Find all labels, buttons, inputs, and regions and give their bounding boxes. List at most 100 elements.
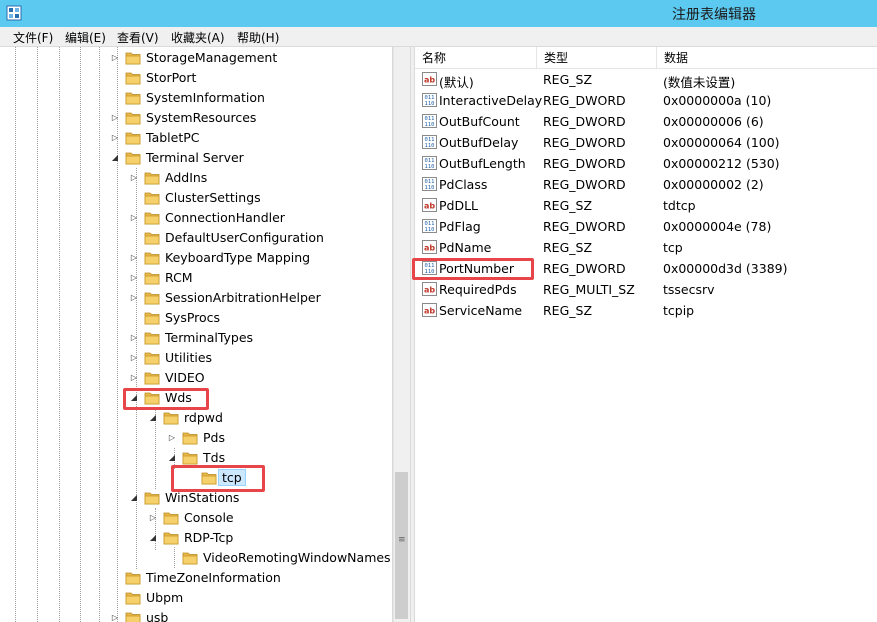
tree-item[interactable]: ▷ usb: [112, 609, 390, 622]
expanded-arrow-icon[interactable]: ◢: [148, 532, 158, 544]
tree-item-label: Utilities: [165, 350, 213, 365]
collapsed-arrow-icon[interactable]: ▷: [129, 212, 139, 224]
list-item[interactable]: 011 110 OutBufCount REG_DWORD 0x00000006 (6): [415, 111, 877, 132]
tree-item[interactable]: ◢ RDP-Tcp: [150, 529, 390, 547]
column-header-type[interactable]: 类型: [537, 47, 657, 69]
tree-item[interactable]: VideoRemotingWindowNames: [169, 549, 391, 567]
tree-item[interactable]: ◢ Terminal Server: [112, 149, 390, 167]
tree-item[interactable]: StorPort: [112, 69, 390, 87]
tree-item-label: TerminalTypes: [165, 330, 254, 345]
expanded-arrow-icon[interactable]: ◢: [129, 492, 139, 504]
value-type: REG_DWORD: [543, 156, 626, 171]
tree-item[interactable]: Ubpm: [112, 589, 390, 607]
tree-item-label: SystemInformation: [146, 90, 265, 105]
folder-icon: [144, 311, 160, 325]
tree-item[interactable]: SysProcs: [131, 309, 390, 327]
value-data: 0x0000004e (78): [663, 219, 772, 234]
tree-guide-line: [99, 47, 100, 622]
tree-item[interactable]: ▷ SystemResources: [112, 109, 390, 127]
list-item[interactable]: ab (默认) REG_SZ (数值未设置): [415, 69, 877, 90]
tree-item[interactable]: ◢ rdpwd: [150, 409, 390, 427]
tree-scrollbar[interactable]: ≡: [393, 47, 410, 622]
highlight-box-portnumber: [412, 258, 534, 280]
folder-icon: [163, 511, 179, 525]
tree-item[interactable]: ▷ TabletPC: [112, 129, 390, 147]
collapsed-arrow-icon[interactable]: ▷: [110, 612, 120, 622]
list-item[interactable]: ab RequiredPds REG_MULTI_SZ tssecsrv: [415, 279, 877, 300]
collapsed-arrow-icon[interactable]: ▷: [129, 372, 139, 384]
value-type: REG_SZ: [543, 72, 593, 87]
tree-item[interactable]: TimeZoneInformation: [112, 569, 390, 587]
collapsed-arrow-icon[interactable]: ▷: [129, 252, 139, 264]
collapsed-arrow-icon[interactable]: ▷: [129, 272, 139, 284]
tree-item[interactable]: ▷ RCM: [131, 269, 390, 287]
value-name: PdDLL: [439, 198, 479, 213]
expanded-arrow-icon[interactable]: ◢: [110, 152, 120, 164]
list-header: 名称 类型 数据: [415, 47, 877, 69]
highlight-box-tcp: [171, 465, 265, 492]
tree-item[interactable]: ▷ Utilities: [131, 349, 390, 367]
folder-icon: [125, 131, 141, 145]
tree-item[interactable]: ▷ ConnectionHandler: [131, 209, 390, 227]
tree-item[interactable]: ▷ TerminalTypes: [131, 329, 390, 347]
tree-item[interactable]: SystemInformation: [112, 89, 390, 107]
folder-icon: [144, 231, 160, 245]
column-header-name[interactable]: 名称: [415, 47, 537, 69]
list-item[interactable]: ab PdName REG_SZ tcp: [415, 237, 877, 258]
expanded-arrow-icon[interactable]: ◢: [148, 412, 158, 424]
tree-item-label: SystemResources: [146, 110, 257, 125]
list-item[interactable]: ab PdDLL REG_SZ tdtcp: [415, 195, 877, 216]
menu-view[interactable]: 查看(V): [117, 29, 159, 46]
folder-icon: [144, 351, 160, 365]
list-item[interactable]: 011 110 PdClass REG_DWORD 0x00000002 (2): [415, 174, 877, 195]
tree-item[interactable]: ▷ SessionArbitrationHelper: [131, 289, 390, 307]
tree-item[interactable]: ▷ VIDEO: [131, 369, 390, 387]
collapsed-arrow-icon[interactable]: ▷: [129, 172, 139, 184]
value-name: (默认): [439, 75, 474, 90]
collapsed-arrow-icon[interactable]: ▷: [110, 132, 120, 144]
collapsed-arrow-icon[interactable]: ▷: [110, 52, 120, 64]
collapsed-arrow-icon[interactable]: ▷: [167, 432, 177, 444]
collapsed-arrow-icon[interactable]: ▷: [129, 292, 139, 304]
tree-item-label: StorageManagement: [146, 50, 278, 65]
collapsed-arrow-icon[interactable]: ▷: [148, 512, 158, 524]
title-bar: 注册表编辑器: [0, 0, 877, 27]
menu-favorites[interactable]: 收藏夹(A): [171, 29, 225, 46]
string-value-icon: ab: [422, 282, 437, 296]
folder-icon: [125, 111, 141, 125]
column-header-data[interactable]: 数据: [657, 47, 877, 69]
registry-values-list[interactable]: 名称 类型 数据 ab (默认) REG_SZ (数值未设置) 011 110 Intera…: [415, 47, 877, 622]
list-item[interactable]: 011 110 PdFlag REG_DWORD 0x0000004e (78): [415, 216, 877, 237]
folder-icon: [144, 191, 160, 205]
tree-item-label: SysProcs: [165, 310, 221, 325]
tree-item[interactable]: ▷ AddIns: [131, 169, 390, 187]
tree-item[interactable]: ▷ Pds: [169, 429, 390, 447]
tree-item-label: TimeZoneInformation: [146, 570, 281, 585]
tree-item-label: Ubpm: [146, 590, 184, 605]
value-type: REG_DWORD: [543, 261, 626, 276]
collapsed-arrow-icon[interactable]: ▷: [129, 332, 139, 344]
menu-edit[interactable]: 编辑(E): [65, 29, 106, 46]
tree-item[interactable]: ▷ Console: [150, 509, 390, 527]
value-data: 0x00000006 (6): [663, 114, 764, 129]
registry-editor-icon[interactable]: [6, 5, 22, 21]
tree-item-label: SessionArbitrationHelper: [165, 290, 321, 305]
tree-item[interactable]: DefaultUserConfiguration: [131, 229, 390, 247]
menu-help[interactable]: 帮助(H): [237, 29, 279, 46]
value-type: REG_DWORD: [543, 135, 626, 150]
menu-file[interactable]: 文件(F): [13, 29, 53, 46]
collapsed-arrow-icon[interactable]: ▷: [110, 112, 120, 124]
expanded-arrow-icon[interactable]: ◢: [167, 452, 177, 464]
tree-scrollbar-thumb[interactable]: ≡: [395, 472, 408, 619]
list-item[interactable]: 011 110 InteractiveDelay REG_DWORD 0x0000000…: [415, 90, 877, 111]
registry-key-tree[interactable]: ▷ StorageManagement StorPort SystemInformat…: [0, 47, 393, 622]
tree-item[interactable]: ▷ StorageManagement: [112, 49, 390, 67]
value-name: ServiceName: [439, 303, 523, 318]
list-item[interactable]: 011 110 OutBufLength REG_DWORD 0x00000212 (5…: [415, 153, 877, 174]
list-item[interactable]: 011 110 OutBufDelay REG_DWORD 0x00000064 (10…: [415, 132, 877, 153]
svg-text:ab: ab: [424, 76, 435, 85]
tree-item[interactable]: ClusterSettings: [131, 189, 390, 207]
collapsed-arrow-icon[interactable]: ▷: [129, 352, 139, 364]
list-item[interactable]: ab ServiceName REG_SZ tcpip: [415, 300, 877, 321]
tree-item[interactable]: ▷ KeyboardType Mapping: [131, 249, 390, 267]
